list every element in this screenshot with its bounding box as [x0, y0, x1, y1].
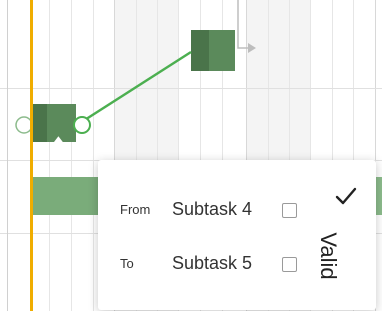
gantt-chart-area: From Subtask 4 To Subtask 5 Valid: [0, 0, 382, 311]
from-task-indicator: [282, 203, 297, 218]
connector-handle-start: [73, 116, 91, 134]
validation-status: Valid: [316, 232, 341, 280]
today-marker: [30, 0, 33, 311]
drag-connector-line: [79, 50, 192, 125]
checkmark-icon: [335, 187, 357, 205]
from-label: From: [120, 202, 151, 217]
to-label: To: [120, 256, 134, 271]
to-task-name: Subtask 5: [172, 253, 253, 273]
to-task-indicator: [282, 257, 297, 272]
incoming-dependency-line: [237, 0, 248, 49]
arrowhead-icon: [248, 43, 256, 53]
from-task-name: Subtask 4: [172, 199, 253, 219]
